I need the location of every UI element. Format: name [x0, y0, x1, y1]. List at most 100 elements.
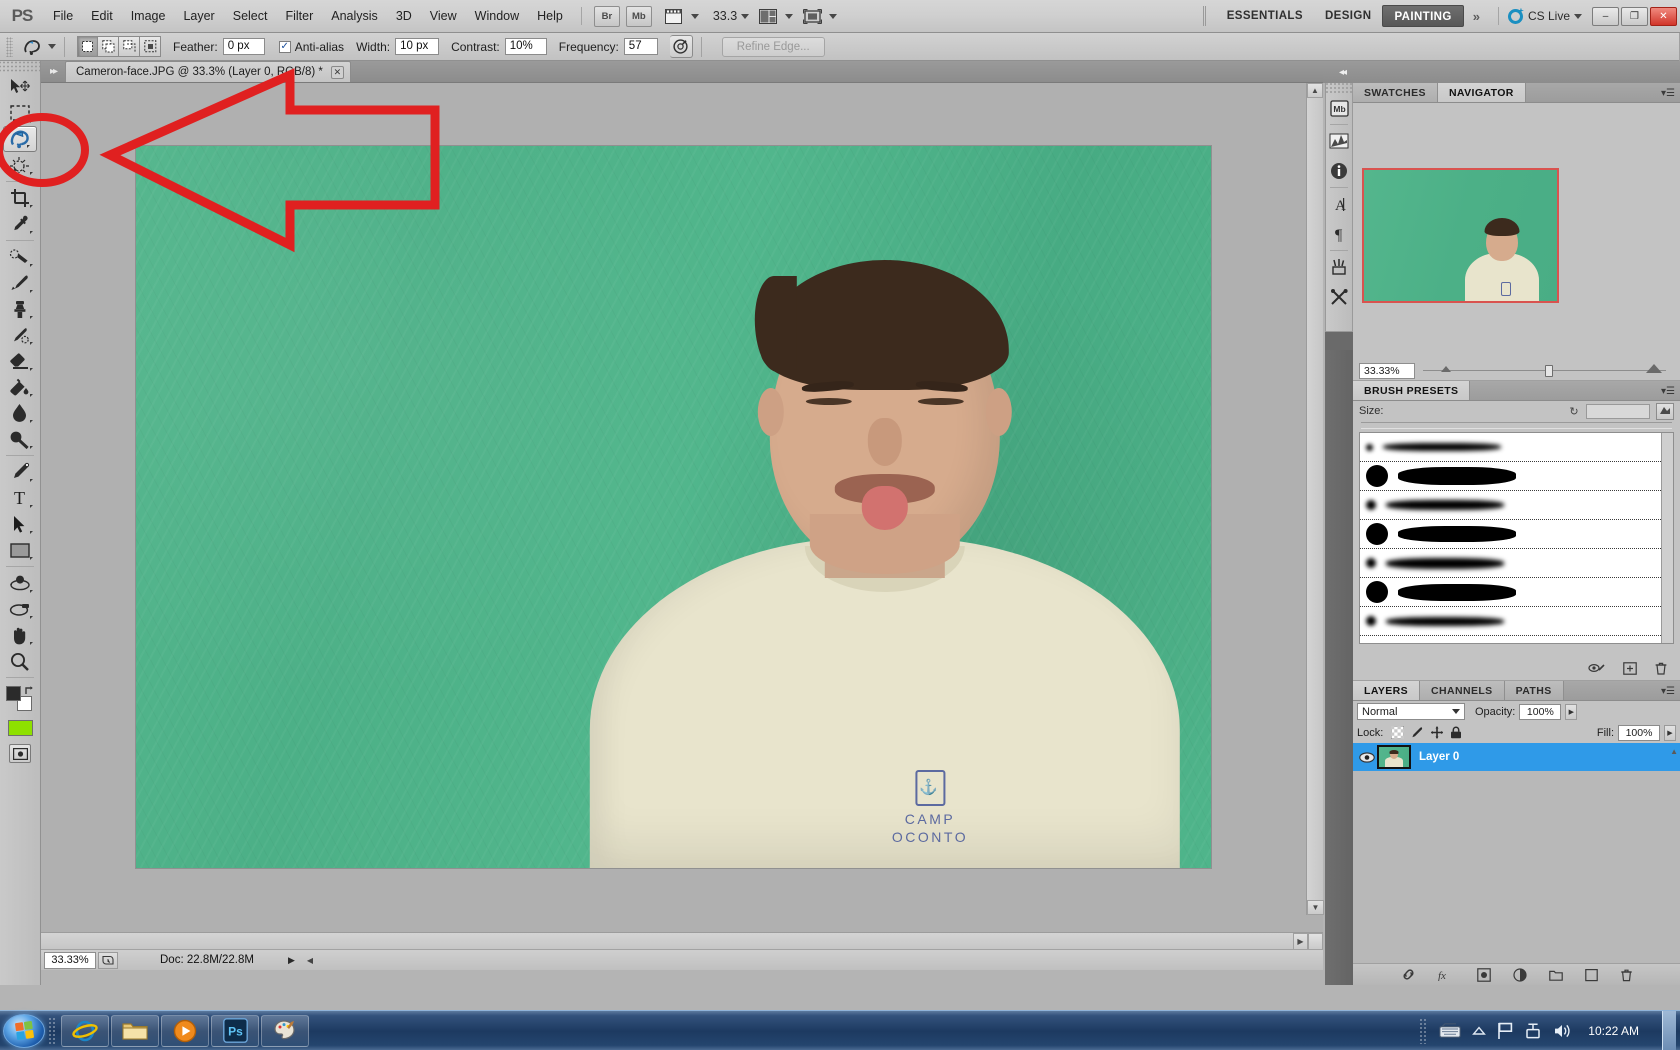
new-fill-adjustment-icon[interactable] — [1513, 968, 1527, 982]
brush-preset-item[interactable] — [1360, 462, 1673, 491]
show-desktop-button[interactable] — [1662, 1011, 1676, 1050]
arrange-documents-icon[interactable] — [755, 6, 781, 27]
new-layer-icon[interactable] — [1585, 968, 1598, 982]
tools-panel-grip[interactable] — [0, 61, 40, 72]
foreground-color-swatch[interactable] — [6, 686, 21, 701]
histogram-icon[interactable] — [1326, 126, 1352, 156]
3d-object-rotate-tool[interactable] — [0, 570, 39, 596]
zoom-out-icon[interactable] — [1441, 366, 1451, 372]
status-play-icon[interactable]: ▶ — [288, 955, 295, 966]
layers-scroll-up-icon[interactable]: ▲ — [1670, 747, 1678, 756]
antialias-checkbox[interactable]: ✓ Anti-alias — [279, 40, 344, 54]
crop-tool[interactable] — [0, 185, 39, 211]
collapse-panels-icon[interactable]: ◂◂ — [1339, 67, 1345, 78]
navigator-thumbnail[interactable] — [1362, 168, 1559, 303]
pen-pressure-button[interactable] — [670, 35, 693, 58]
brush-list-scrollbar[interactable] — [1661, 433, 1673, 643]
menu-layer[interactable]: Layer — [174, 5, 223, 27]
healing-brush-flyout-icon[interactable] — [30, 264, 36, 267]
status-info-icon[interactable] — [98, 952, 118, 969]
lock-transparent-pixels-icon[interactable] — [1391, 726, 1404, 739]
blend-mode-chevron-down-icon[interactable] — [1452, 709, 1460, 714]
menu-window[interactable]: Window — [466, 5, 528, 27]
feather-input[interactable]: 0 px — [223, 38, 265, 55]
document-tab[interactable]: Cameron-face.JPG @ 33.3% (Layer 0, RGB/8… — [65, 61, 351, 82]
layer-item[interactable]: Layer 0 — [1353, 743, 1680, 771]
paint-icon[interactable] — [261, 1015, 309, 1047]
windows-explorer-icon[interactable] — [111, 1015, 159, 1047]
start-button[interactable] — [3, 1014, 45, 1048]
scroll-up-icon[interactable]: ▲ — [1307, 83, 1323, 98]
quick-selection-flyout-icon[interactable] — [30, 172, 36, 175]
layers-panel-menu-icon[interactable]: ▾☰ — [1661, 686, 1675, 697]
action-center-flag-icon[interactable] — [1497, 1022, 1513, 1040]
clone-stamp-tool[interactable] — [0, 296, 39, 322]
network-icon[interactable] — [1524, 1023, 1542, 1039]
toggle-brush-preview-icon[interactable] — [1588, 662, 1606, 674]
more-workspaces-icon[interactable]: » — [1464, 9, 1489, 24]
horizontal-type-tool[interactable]: T — [0, 485, 39, 511]
navigator-zoom-slider[interactable] — [1423, 363, 1666, 379]
workspace-design[interactable]: DESIGN — [1314, 5, 1383, 27]
windows-media-player-icon[interactable] — [161, 1015, 209, 1047]
navigator-panel-menu-icon[interactable]: ▾☰ — [1661, 88, 1675, 99]
pen-tool-flyout-icon[interactable] — [30, 479, 36, 482]
screen-mode-icon[interactable] — [799, 6, 825, 27]
subtract-from-selection-button[interactable] — [119, 36, 140, 57]
mini-bridge-icon[interactable]: Mb — [626, 6, 652, 27]
blur-tool[interactable] — [0, 400, 39, 426]
rectangle-tool-flyout-icon[interactable] — [30, 557, 36, 560]
lock-position-icon[interactable] — [1430, 726, 1444, 739]
brush-preset-list[interactable] — [1359, 432, 1674, 644]
quick-mask-button[interactable] — [9, 744, 31, 763]
tool-presets-icon[interactable] — [1326, 252, 1352, 282]
tab-brush-presets[interactable]: BRUSH PRESETS — [1353, 381, 1470, 400]
workspace-essentials[interactable]: ESSENTIALS — [1216, 5, 1314, 27]
volume-icon[interactable] — [1553, 1023, 1571, 1039]
tools-icon[interactable] — [1326, 282, 1352, 312]
tool-preset-chevron-down-icon[interactable] — [48, 44, 56, 49]
menu-file[interactable]: File — [44, 5, 82, 27]
delete-layer-icon[interactable] — [1620, 968, 1633, 982]
opacity-stepper-icon[interactable]: ▶ — [1565, 704, 1577, 720]
info-icon[interactable] — [1326, 156, 1352, 186]
zoom-level-value[interactable]: 33.3 — [713, 9, 737, 23]
restore-button[interactable]: ❐ — [1621, 7, 1648, 26]
menu-filter[interactable]: Filter — [276, 5, 322, 27]
contrast-input[interactable]: 10% — [505, 38, 547, 55]
width-input[interactable]: 10 px — [395, 38, 439, 55]
close-icon[interactable]: ✕ — [331, 66, 344, 79]
tab-channels[interactable]: CHANNELS — [1420, 681, 1505, 700]
accent-swatch[interactable] — [8, 720, 33, 736]
internet-explorer-icon[interactable] — [61, 1015, 109, 1047]
document-image[interactable]: ⚓ CAMP OCONTO — [136, 146, 1211, 868]
brush-preset-item[interactable] — [1360, 607, 1673, 636]
canvas-horizontal-scrollbar[interactable]: ▶ — [41, 932, 1323, 949]
keyboard-icon[interactable] — [1439, 1023, 1461, 1038]
paragraph-icon[interactable]: ¶ — [1326, 219, 1352, 249]
screen-mode-chevron-down-icon[interactable] — [829, 14, 837, 19]
fill-input[interactable]: 100% — [1618, 725, 1660, 741]
new-brush-icon[interactable] — [1623, 662, 1637, 675]
toggle-brush-view-icon[interactable] — [1656, 403, 1674, 420]
path-selection-flyout-icon[interactable] — [30, 531, 36, 534]
taskbar-grip[interactable] — [48, 1017, 57, 1045]
zoom-tool[interactable] — [0, 648, 39, 674]
zoom-chevron-down-icon[interactable] — [741, 14, 749, 19]
scroll-right-icon[interactable]: ▶ — [1293, 933, 1308, 950]
close-button[interactable]: ✕ — [1650, 7, 1677, 26]
brush-preset-item[interactable] — [1360, 520, 1673, 549]
mini-bridge-icon[interactable]: Mb — [1326, 93, 1352, 123]
quick-selection-tool[interactable] — [0, 152, 39, 178]
show-hidden-icons-icon[interactable] — [1472, 1026, 1486, 1036]
history-brush-flyout-icon[interactable] — [30, 342, 36, 345]
menu-select[interactable]: Select — [224, 5, 277, 27]
navigator-slider-knob[interactable] — [1545, 365, 1553, 377]
lock-all-icon[interactable] — [1450, 726, 1462, 739]
menu-edit[interactable]: Edit — [82, 5, 122, 27]
canvas-vertical-scrollbar[interactable]: ▲ ▼ — [1306, 83, 1323, 915]
new-selection-button[interactable] — [77, 36, 98, 57]
brush-tool[interactable] — [0, 270, 39, 296]
marquee-tool-flyout-icon[interactable] — [30, 120, 36, 123]
tray-grip[interactable] — [1419, 1018, 1428, 1044]
